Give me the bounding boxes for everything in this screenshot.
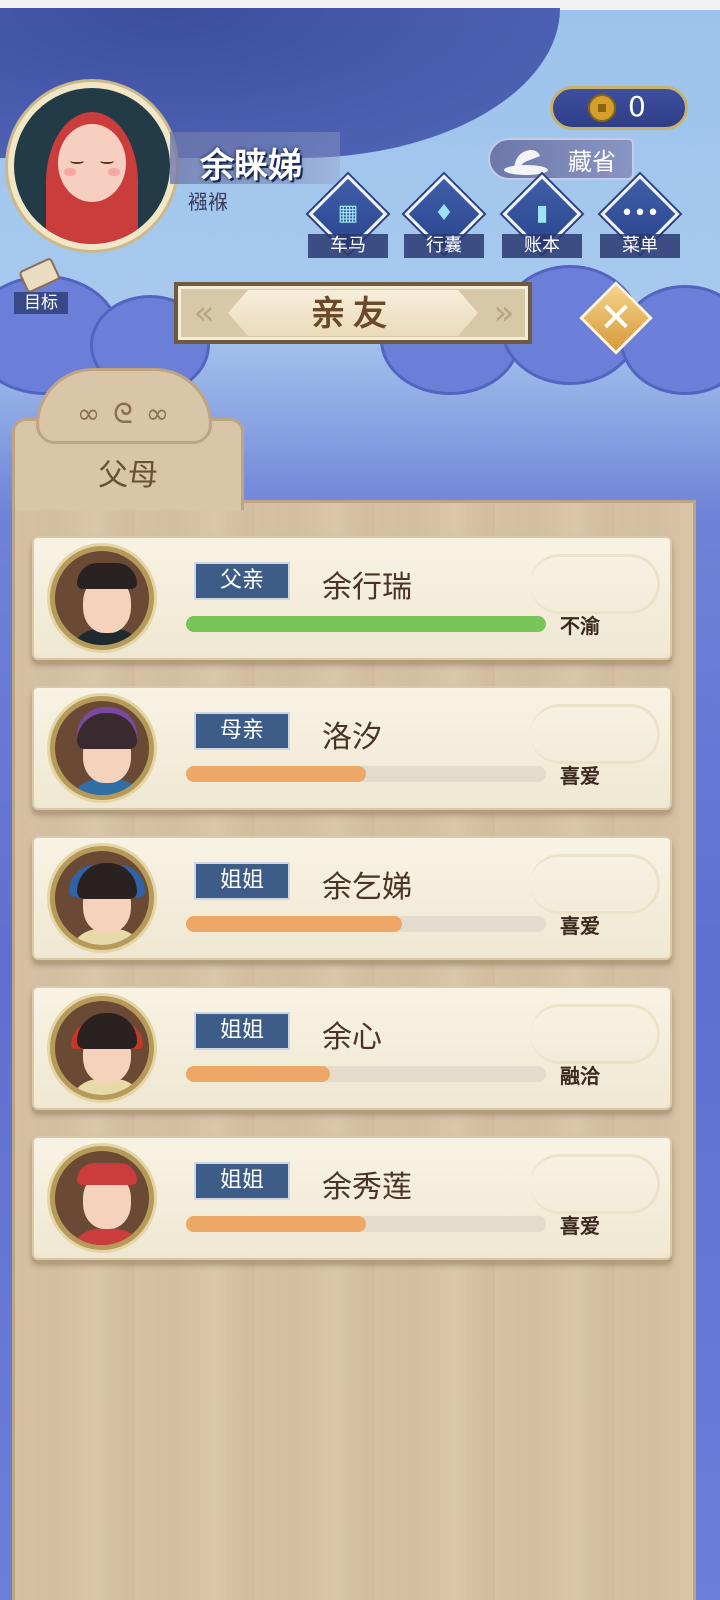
player-name: 余睐娣 bbox=[200, 146, 302, 186]
relationship-status: 喜爱 bbox=[560, 1214, 600, 1238]
role-tag: 母亲 bbox=[194, 712, 290, 750]
close-icon: ✕ bbox=[599, 295, 633, 341]
relative-name: 余行瑞 bbox=[322, 570, 412, 605]
relative-name: 余秀莲 bbox=[322, 1170, 412, 1205]
page-title: 亲友 bbox=[311, 294, 395, 334]
affinity-bar bbox=[186, 1066, 546, 1082]
role-tag: 姐姐 bbox=[194, 1012, 290, 1050]
menu-label: 菜单 bbox=[600, 234, 680, 258]
bundle-button[interactable]: ♦ 行囊 bbox=[404, 174, 484, 266]
affinity-fill bbox=[186, 1066, 330, 1082]
swirl-ornament-icon: ∞ ᘓ ∞ bbox=[76, 397, 172, 430]
relative-card-father[interactable]: 父亲 余行瑞 不渝 bbox=[32, 536, 672, 660]
coin-counter[interactable] bbox=[550, 86, 688, 130]
carriage-icon: ▦ bbox=[337, 201, 359, 226]
goal-label[interactable]: 目标 bbox=[14, 292, 68, 314]
affinity-bar bbox=[186, 916, 546, 932]
affinity-fill bbox=[186, 916, 402, 932]
menu-button[interactable]: ••• 菜单 bbox=[600, 174, 680, 266]
portrait-mother bbox=[50, 696, 154, 800]
relationship-status: 喜爱 bbox=[560, 764, 600, 788]
role-tag: 姐姐 bbox=[194, 862, 290, 900]
affinity-fill bbox=[186, 616, 546, 632]
relative-card-sister[interactable]: 姐姐 余乞娣 喜爱 bbox=[32, 836, 672, 960]
relative-name: 余心 bbox=[322, 1020, 382, 1055]
affinity-fill bbox=[186, 1216, 366, 1232]
bundle-label: 行囊 bbox=[404, 234, 484, 258]
role-tag: 父亲 bbox=[194, 562, 290, 600]
player-avatar[interactable] bbox=[8, 82, 176, 250]
relationship-status: 融洽 bbox=[560, 1064, 600, 1088]
lamp-icon bbox=[504, 150, 548, 175]
tab-label: 父母 bbox=[98, 458, 158, 493]
bundle-icon: ♦ bbox=[434, 201, 454, 226]
chevron-left-icon: « bbox=[193, 293, 215, 333]
affinity-bar bbox=[186, 616, 546, 632]
portrait-sister bbox=[50, 996, 154, 1100]
relative-name: 洛汐 bbox=[322, 720, 382, 755]
relationship-status: 不渝 bbox=[560, 614, 600, 638]
copper-coin-icon bbox=[588, 94, 616, 122]
portrait-sister bbox=[50, 846, 154, 950]
ledger-label: 账本 bbox=[502, 234, 582, 258]
player-life-stage: 襁褓 bbox=[188, 190, 228, 214]
relative-name: 余乞娣 bbox=[322, 870, 412, 905]
affinity-bar bbox=[186, 766, 546, 782]
ledger-button[interactable]: ▮ 账本 bbox=[502, 174, 582, 266]
ledger-icon: ▮ bbox=[535, 201, 549, 226]
relative-card-sister[interactable]: 姐姐 余秀莲 喜爱 bbox=[32, 1136, 672, 1260]
portrait-father bbox=[50, 546, 154, 650]
more-icon: ••• bbox=[620, 201, 660, 226]
relative-card-mother[interactable]: 母亲 洛汐 喜爱 bbox=[32, 686, 672, 810]
affinity-fill bbox=[186, 766, 366, 782]
affinity-bar bbox=[186, 1216, 546, 1232]
scroll-icon[interactable] bbox=[16, 254, 64, 294]
carriage-button[interactable]: ▦ 车马 bbox=[308, 174, 388, 266]
relative-card-sister[interactable]: 姐姐 余心 融洽 bbox=[32, 986, 672, 1110]
relationship-status: 喜爱 bbox=[560, 914, 600, 938]
coin-value: 0 bbox=[628, 90, 646, 123]
portrait-sister bbox=[50, 1146, 154, 1250]
hide-label: 藏省 bbox=[568, 148, 616, 176]
role-tag: 姐姐 bbox=[194, 1162, 290, 1200]
carriage-label: 车马 bbox=[308, 234, 388, 258]
chevron-right-icon: » bbox=[493, 293, 515, 333]
